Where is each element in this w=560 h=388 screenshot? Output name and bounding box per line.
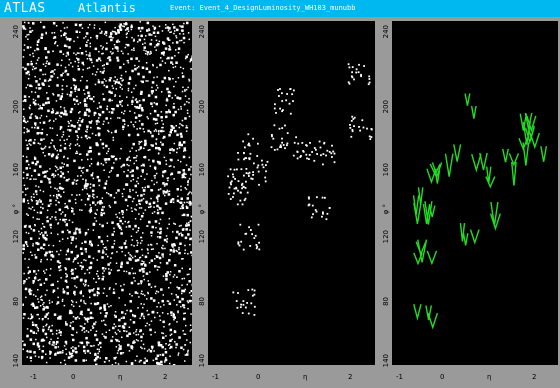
x-tick: 2 [163, 373, 168, 381]
title-bar: ATLAS Atlantis Event: Event_4_DesignLumi… [0, 0, 560, 17]
y-axis-label: φ ° [382, 204, 390, 215]
x-tick: 2 [348, 373, 353, 381]
tracks-canvas [412, 93, 548, 330]
y-tick: 160 [198, 163, 206, 177]
x-tick: -1 [396, 373, 403, 381]
y-axis-label: φ ° [198, 204, 206, 215]
x-tick: 0 [256, 373, 261, 381]
y-tick: 200 [198, 100, 206, 114]
panel-all-hits[interactable]: 240 200 160 φ ° 120 80 140 -1 0 η 2 [0, 17, 193, 388]
app-name: ATLAS [4, 1, 46, 16]
x-axis-label: η [487, 373, 492, 381]
y-tick: 120 [198, 230, 206, 244]
x-tick: 2 [532, 373, 537, 381]
hits-canvas [22, 21, 192, 365]
y-tick: 80 [198, 297, 206, 306]
event-label: Event: Event_4_DesignLuminosity_WH103_mu… [170, 4, 356, 12]
x-axis-label: η [303, 373, 308, 381]
plot-area-all-hits[interactable] [22, 21, 192, 365]
x-axis-label: η [118, 373, 123, 381]
y-tick: 240 [382, 25, 390, 39]
y-tick: 240 [198, 25, 206, 39]
plot-area-tracks[interactable] [392, 21, 558, 365]
y-tick: 160 [382, 163, 390, 177]
panel-tracks[interactable]: 240 200 160 φ ° 120 80 140 -1 0 η 2 [377, 17, 560, 388]
y-tick: 240 [12, 25, 20, 39]
panel-selected-hits[interactable]: 240 200 160 φ ° 120 80 140 -1 0 η 2 [193, 17, 377, 388]
y-tick: 160 [12, 163, 20, 177]
x-tick: 0 [440, 373, 445, 381]
y-tick: 200 [12, 100, 20, 114]
app-subtitle: Atlantis [78, 1, 136, 15]
y-axis-label: φ ° [12, 204, 20, 215]
y-tick: 200 [382, 100, 390, 114]
y-tick: 140 [382, 354, 390, 368]
x-tick: -1 [212, 373, 219, 381]
y-tick: 120 [382, 230, 390, 244]
y-tick: 80 [382, 297, 390, 306]
x-tick: -1 [30, 373, 37, 381]
y-tick: 140 [198, 354, 206, 368]
hits-canvas [227, 63, 373, 316]
y-tick: 80 [12, 297, 20, 306]
y-tick: 140 [12, 354, 20, 368]
plot-area-selected-hits[interactable] [208, 21, 375, 365]
y-tick: 120 [12, 230, 20, 244]
x-tick: 0 [71, 373, 76, 381]
